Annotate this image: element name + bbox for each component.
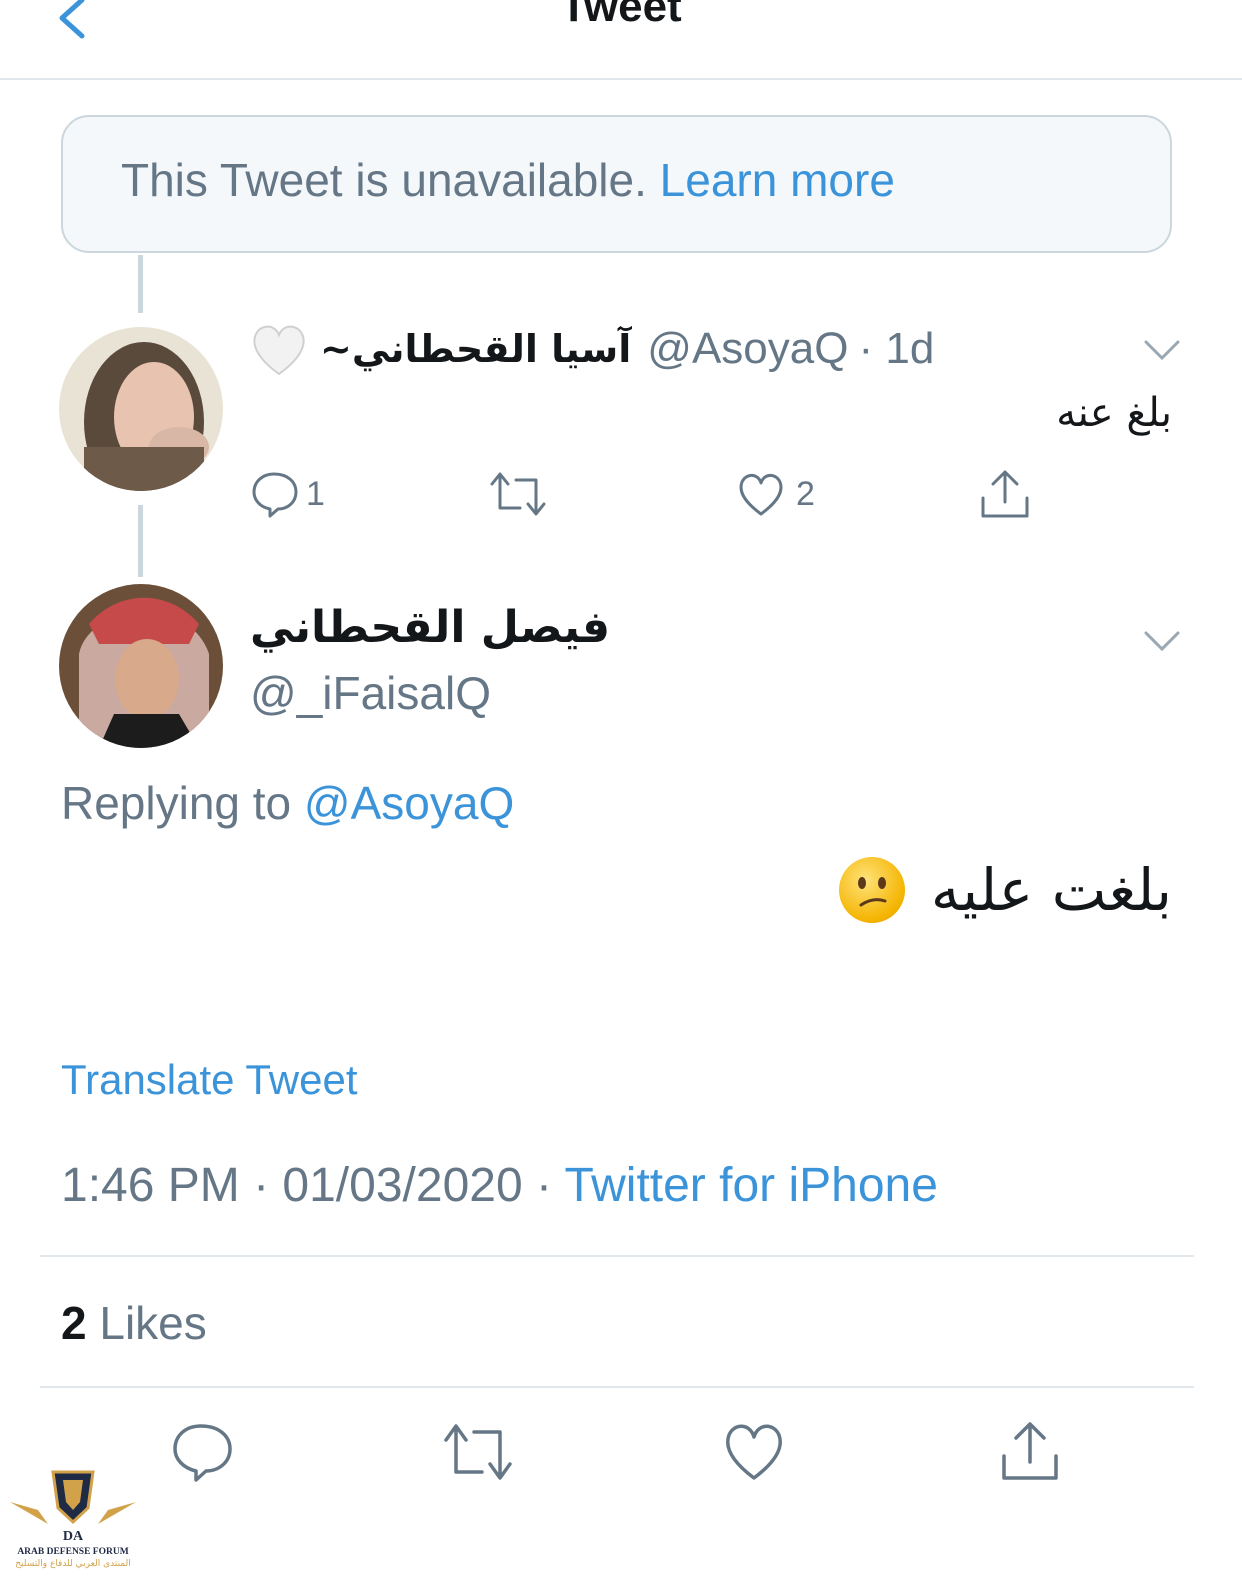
retweet-icon [444,1424,512,1480]
retweet-button[interactable] [490,470,546,518]
replying-to-line: Replying to @AsoyaQ [61,776,514,830]
tweet-menu-button[interactable] [1142,627,1182,657]
svg-text:DA: DA [63,1529,84,1544]
likes-summary[interactable]: 2 Likes [61,1296,207,1350]
avatar[interactable] [59,584,223,748]
tweet-text-container: بلغت عليه [838,856,1172,924]
translate-tweet-link[interactable]: Translate Tweet [61,1056,357,1104]
share-icon [1002,1422,1058,1480]
share-icon [981,470,1029,518]
reply-button[interactable] [170,1420,234,1484]
likes-count: 2 [61,1297,87,1349]
avatar-photo [59,327,223,491]
like-button[interactable]: 2 [736,470,815,518]
share-button[interactable] [978,468,1032,520]
unavailable-message: This Tweet is unavailable. [121,154,647,206]
white-heart-icon [253,325,305,376]
tweet-menu-button[interactable] [1142,336,1182,366]
logo-text-line1: ARAB DEFENSE FORUM [17,1547,128,1557]
chevron-down-icon [1144,631,1180,652]
arab-defense-forum-logo-icon: DA ARAB DEFENSE FORUM المنتدى العربي للد… [10,1470,136,1569]
retweet-button[interactable] [442,1420,514,1484]
reply-icon [252,472,298,518]
divider [40,1255,1194,1257]
logo-text-line2: المنتدى العربي للدفاع والتسليح [15,1559,130,1569]
avatar-photo [59,584,223,748]
thread-connector [138,255,143,313]
tweet-timestamp: 1:46 PM · 01/03/2020 · [61,1159,565,1212]
heart-icon [739,473,783,516]
replying-to-handle[interactable]: @AsoyaQ [304,777,514,829]
author-handle[interactable]: @AsoyaQ [647,324,848,374]
tweet-text: بلغت عليه [930,856,1172,924]
chevron-down-icon [1144,340,1180,361]
tweet-metadata: 1:46 PM · 01/03/2020 · Twitter for iPhon… [61,1158,938,1213]
author-display-name[interactable]: فيصل القحطاني [250,602,610,653]
divider [40,1386,1194,1388]
avatar[interactable] [59,327,223,491]
author-display-name[interactable]: آسيا القحطاني~ [320,327,631,371]
reply-button[interactable]: 1 [250,470,325,518]
tweet-source-link[interactable]: Twitter for iPhone [564,1159,938,1212]
author-handle[interactable]: @_iFaisalQ [250,666,491,720]
unavailable-tweet-card: This Tweet is unavailable. Learn more [61,115,1172,253]
reply-count: 1 [306,474,325,513]
replying-to-label: Replying to [61,777,292,829]
tweet-author-line: آسيا القحطاني~ @AsoyaQ · 1d [250,322,934,376]
page-title: Tweet [560,0,682,31]
thread-connector [138,505,143,577]
retweet-icon [490,472,546,516]
confused-face-icon [838,857,905,923]
share-button[interactable] [998,1418,1062,1482]
tweet-text: بلغ عنه [1056,390,1172,436]
like-button[interactable] [722,1420,786,1484]
tweet-time: · 1d [858,324,935,373]
forum-logo: DA ARAB DEFENSE FORUM المنتدى العربي للد… [8,1462,138,1570]
heart-icon [726,1424,782,1480]
learn-more-link[interactable]: Learn more [660,154,895,206]
likes-label: Likes [99,1297,207,1349]
like-count: 2 [796,474,815,513]
reply-icon [173,1424,232,1482]
